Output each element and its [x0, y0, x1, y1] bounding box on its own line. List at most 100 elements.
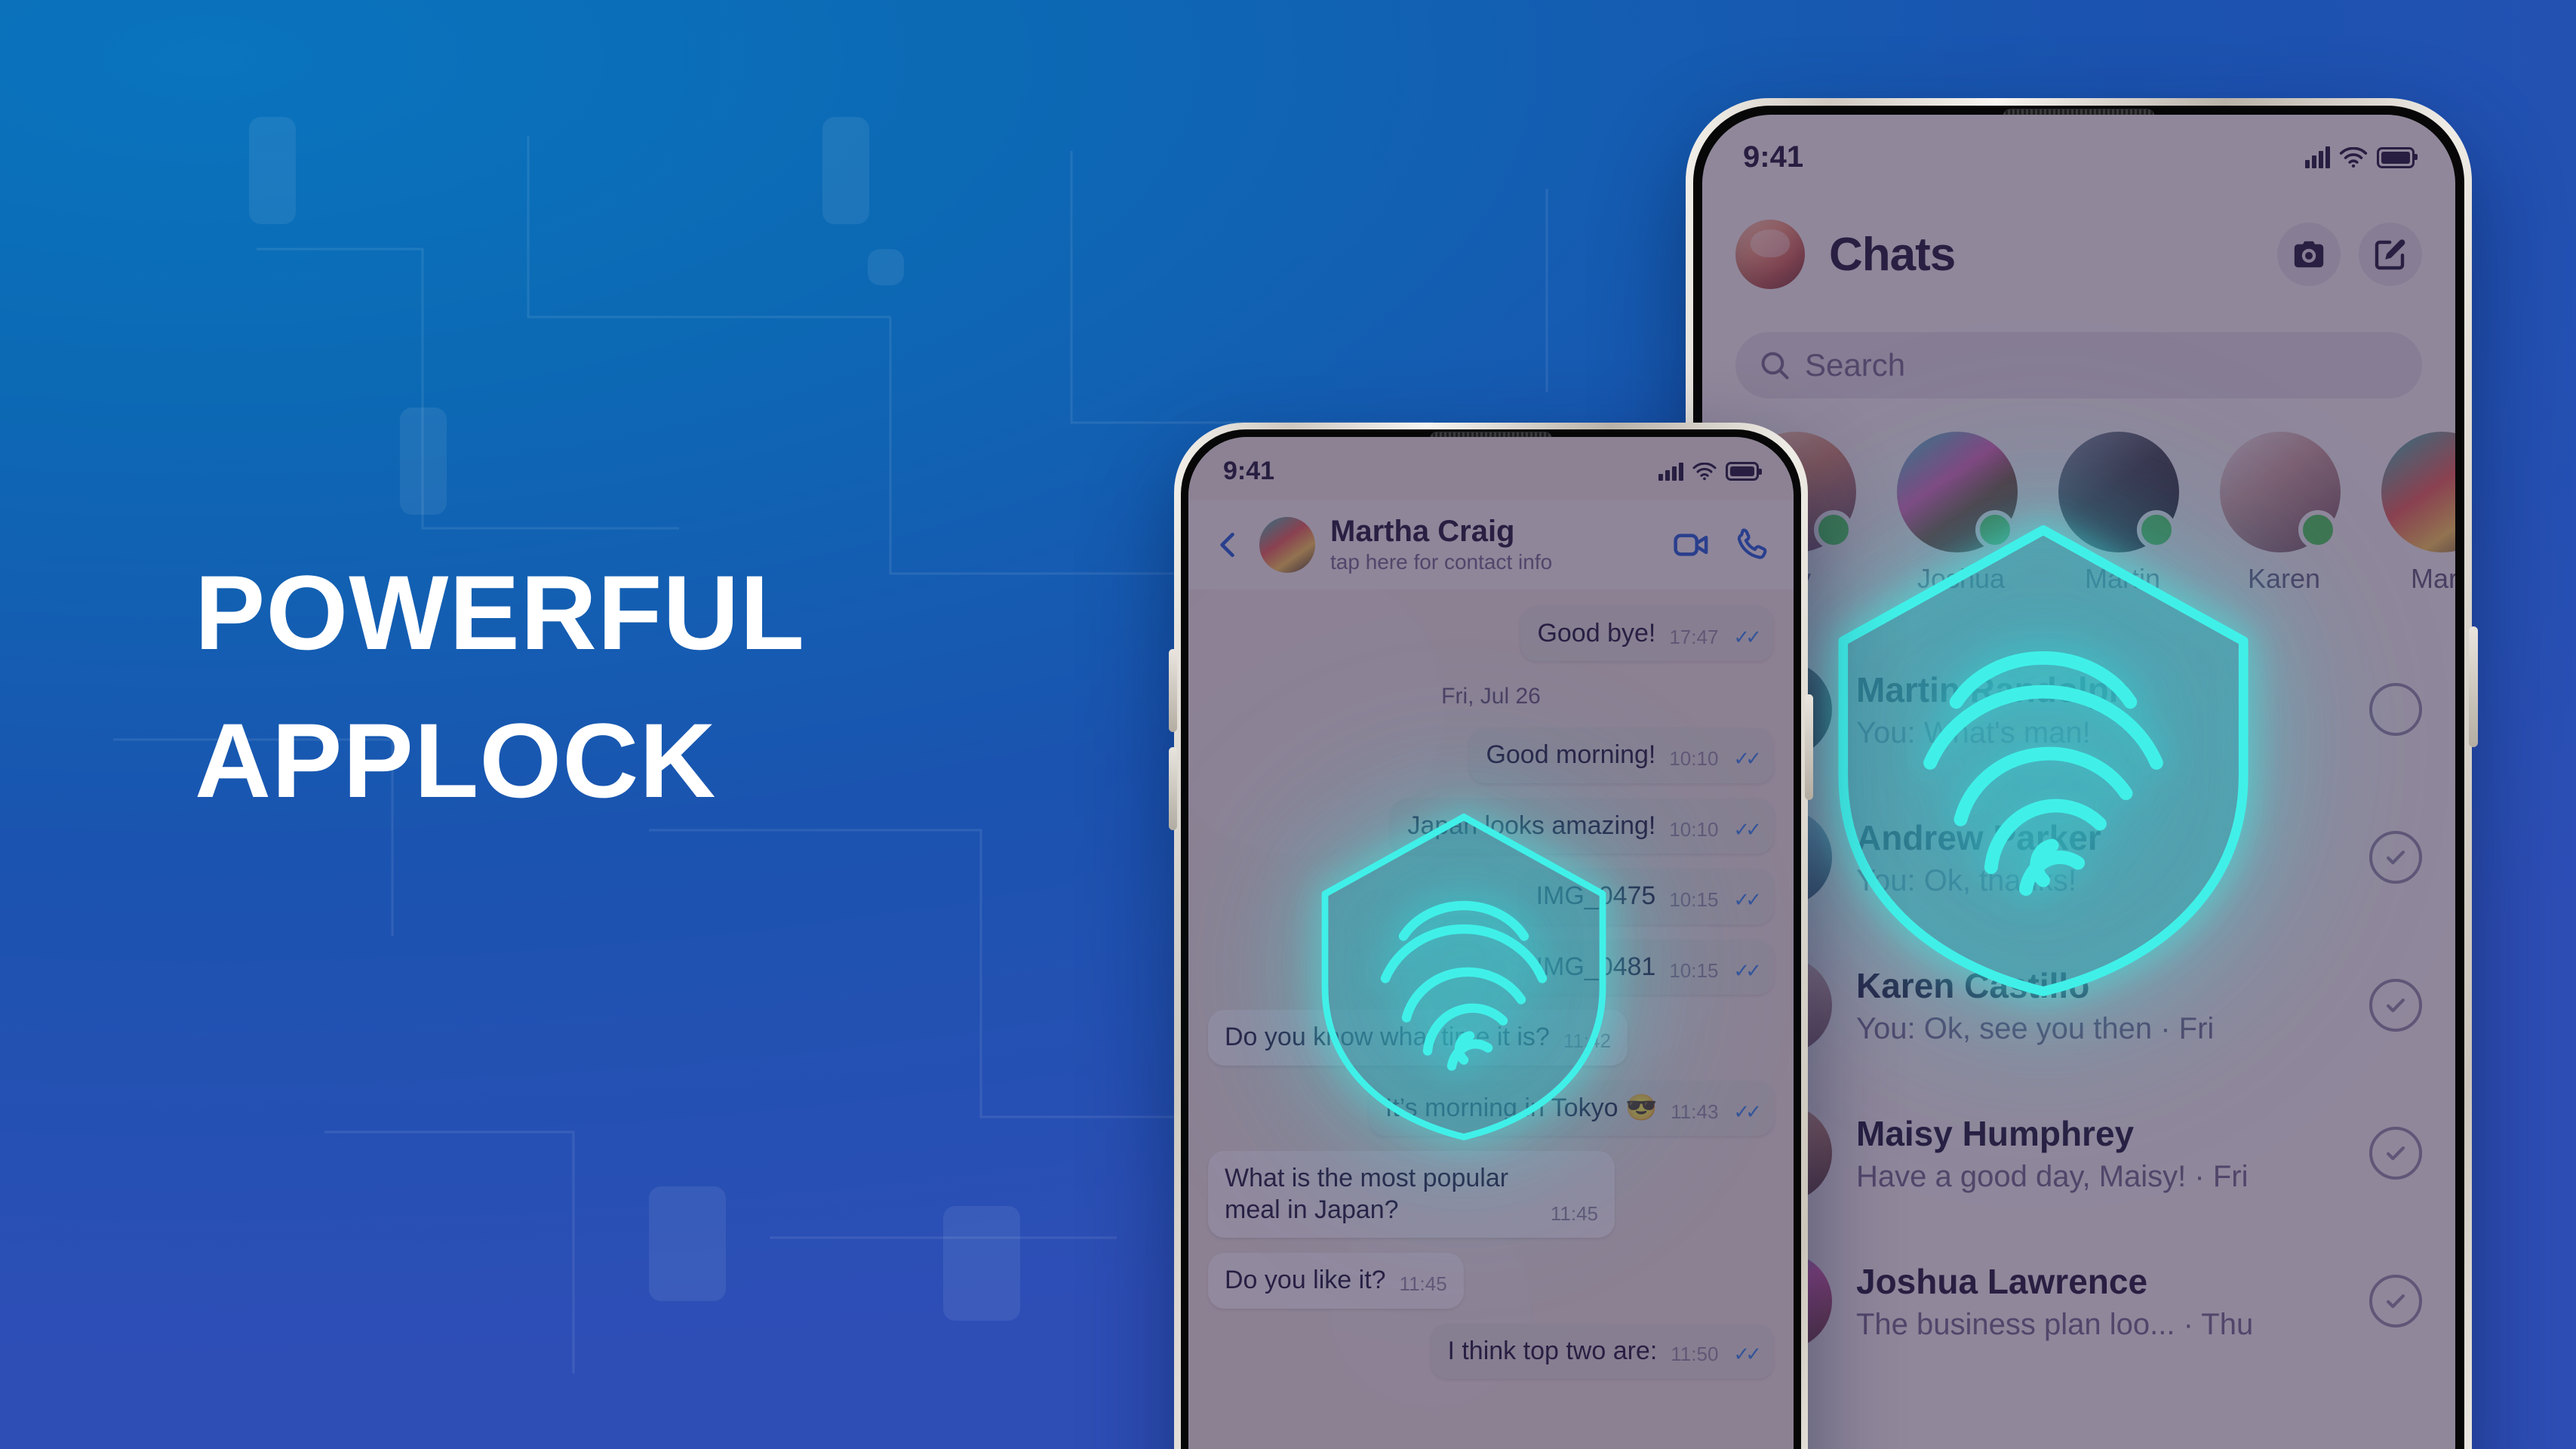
message-text: Japan looks amazing! — [1407, 811, 1656, 840]
story-item[interactable]: Marth — [2381, 432, 2455, 613]
message-time: 10:15 — [1669, 888, 1719, 912]
camera-button[interactable] — [2277, 223, 2341, 286]
chat-name: Maisy Humphrey — [1856, 1113, 2135, 1153]
status-time: 9:41 — [1743, 140, 1804, 174]
front-phone-mockup: 9:41 Martha Craig tap here for contact i… — [1169, 423, 1813, 1449]
message-bubble[interactable]: IMG_0475 10:15 ✓✓ — [1519, 869, 1774, 924]
message-bubble[interactable]: Do you know what time it is? 11:42 — [1208, 1010, 1628, 1066]
chat-preview: You: Ok, thanks! — [1856, 863, 2077, 897]
compose-icon — [2375, 239, 2405, 270]
chat-list-item[interactable]: Maisy Humphrey Have a good day, Maisy! ·… — [1702, 1079, 2455, 1227]
story-item[interactable]: Martin — [2058, 432, 2187, 613]
search-input[interactable]: Search — [1735, 332, 2422, 398]
message-text: Do you know what time it is? — [1225, 1023, 1550, 1052]
story-item[interactable]: Joshua — [1897, 432, 2025, 613]
stories-row[interactable]: ry Joshua Martin Karen Marth — [1725, 432, 2455, 613]
voice-call-icon[interactable] — [1733, 526, 1771, 564]
message-bubble[interactable]: Good morning! 10:10 ✓✓ — [1469, 728, 1774, 783]
message-text: It’s morning in Tokyo 😎 — [1385, 1093, 1658, 1122]
message-bubble[interactable]: Do you like it? 11:45 — [1208, 1253, 1464, 1309]
read-receipt-icon: ✓✓ — [1733, 958, 1761, 982]
power-button[interactable] — [1805, 694, 1813, 800]
bg-square — [649, 1186, 726, 1301]
message-row: Japan looks amazing! 10:10 ✓✓ — [1208, 798, 1774, 869]
message-row: It’s morning in Tokyo 😎 11:43 ✓✓ — [1208, 1080, 1774, 1151]
avatar[interactable] — [1735, 220, 1805, 289]
back-chevron-icon[interactable] — [1211, 528, 1244, 561]
message-time: 11:42 — [1563, 1029, 1611, 1053]
bg-square — [249, 117, 296, 224]
read-receipt-icon: ✓✓ — [1733, 1343, 1761, 1366]
page-title: POWERFUL APPLOCK — [195, 560, 1138, 814]
bg-square — [868, 249, 904, 285]
story-item[interactable]: Karen — [2220, 432, 2348, 613]
wifi-icon — [1692, 462, 1717, 480]
message-row: Do you like it? 11:45 — [1208, 1253, 1774, 1323]
online-badge — [1975, 510, 2015, 549]
chat-list-item[interactable]: Martin Randolph You: What's man! — [1702, 635, 2455, 783]
chat-name: Joshua Lawrence — [1856, 1261, 2148, 1301]
message-text: Good morning! — [1486, 740, 1656, 770]
seen-check-icon — [2369, 979, 2422, 1032]
chat-list[interactable]: Martin Randolph You: What's man! Andrew … — [1702, 635, 2455, 1449]
compose-button[interactable] — [2359, 223, 2422, 286]
search-placeholder: Search — [1805, 347, 1906, 383]
front-phone-screen: 9:41 Martha Craig tap here for contact i… — [1188, 437, 1794, 1449]
cellular-signal-icon — [1658, 462, 1683, 481]
seen-check-icon — [2369, 1127, 2422, 1180]
bg-square — [822, 117, 869, 224]
message-row: Good morning! 10:10 ✓✓ — [1208, 728, 1774, 798]
camera-icon — [2294, 241, 2324, 268]
message-time: 10:10 — [1669, 747, 1719, 771]
contact-subtitle: tap here for contact info — [1330, 550, 1553, 574]
message-text: IMG_0481 — [1535, 952, 1656, 981]
read-receipt-icon: ✓✓ — [1733, 817, 1761, 841]
message-row: IMG_0481 10:15 ✓✓ — [1208, 939, 1774, 1010]
message-bubble[interactable]: IMG_0481 10:15 ✓✓ — [1519, 939, 1774, 995]
message-row: Do you know what time it is? 11:42 — [1208, 1010, 1774, 1080]
sent-circle-icon — [2369, 683, 2422, 736]
avatar[interactable] — [1259, 517, 1315, 573]
chat-list-item[interactable]: Andrew Parker You: Ok, thanks! — [1702, 783, 2455, 931]
message-bubble[interactable]: It’s morning in Tokyo 😎 11:43 ✓✓ — [1368, 1080, 1774, 1137]
chat-preview: Have a good day, Maisy! · Fri — [1856, 1159, 2249, 1193]
message-row: What is the most popular meal in Japan? … — [1208, 1151, 1774, 1253]
message-bubble[interactable]: Japan looks amazing! 10:10 ✓✓ — [1391, 798, 1774, 854]
chats-header: Chats — [1702, 198, 2455, 311]
page-title: Chats — [1829, 228, 1956, 281]
message-row: I think top two are: 11:50 ✓✓ — [1208, 1323, 1774, 1394]
message-list[interactable]: Good bye! 17:47 ✓✓ Fri, Jul 26 Good morn… — [1188, 589, 1794, 1449]
chat-list-item[interactable]: Joshua Lawrence The business plan loo...… — [1702, 1227, 2455, 1375]
headline-line-2: APPLOCK — [195, 701, 717, 820]
chat-list-item[interactable]: Karen Castillo You: Ok, see you then · F… — [1702, 931, 2455, 1079]
avatar — [2381, 432, 2455, 552]
back-phone-screen: 9:41 Chats Search Joshua Martin Karen Ma… — [1702, 115, 2455, 1449]
power-button[interactable] — [2469, 626, 2478, 747]
message-bubble[interactable]: Good bye! 17:47 ✓✓ — [1520, 606, 1774, 662]
message-text: I think top two are: — [1447, 1336, 1658, 1365]
read-receipt-icon: ✓✓ — [1733, 625, 1761, 648]
video-call-icon[interactable] — [1671, 525, 1712, 565]
status-time: 9:41 — [1223, 457, 1275, 485]
chat-preview: You: Ok, see you then · Fri — [1856, 1011, 2215, 1045]
promo-banner: POWERFUL APPLOCK 9:41 Chats Search Joshu… — [0, 0, 2576, 1449]
online-badge — [2298, 510, 2338, 549]
story-name: Joshua — [1917, 563, 2006, 594]
message-text: What is the most popular meal in Japan? — [1225, 1164, 1509, 1224]
volume-down-button[interactable] — [1169, 747, 1177, 830]
story-name: Karen — [2247, 563, 2321, 594]
status-bar: 9:41 — [1188, 457, 1794, 486]
bg-square — [943, 1206, 1020, 1321]
story-name: Marth — [2410, 563, 2455, 594]
headline-line-1: POWERFUL — [195, 553, 806, 672]
seen-check-icon — [2369, 831, 2422, 884]
message-time: 11:50 — [1671, 1343, 1719, 1366]
message-bubble[interactable]: What is the most popular meal in Japan? … — [1208, 1151, 1615, 1238]
message-bubble[interactable]: I think top two are: 11:50 ✓✓ — [1431, 1323, 1774, 1380]
chat-preview: The business plan loo... · Thu — [1856, 1307, 2254, 1341]
chat-name: Andrew Parker — [1856, 817, 2101, 857]
message-time: 17:47 — [1669, 625, 1719, 648]
wifi-icon — [2339, 146, 2368, 168]
volume-up-button[interactable] — [1169, 649, 1177, 732]
read-receipt-icon: ✓✓ — [1733, 888, 1761, 912]
